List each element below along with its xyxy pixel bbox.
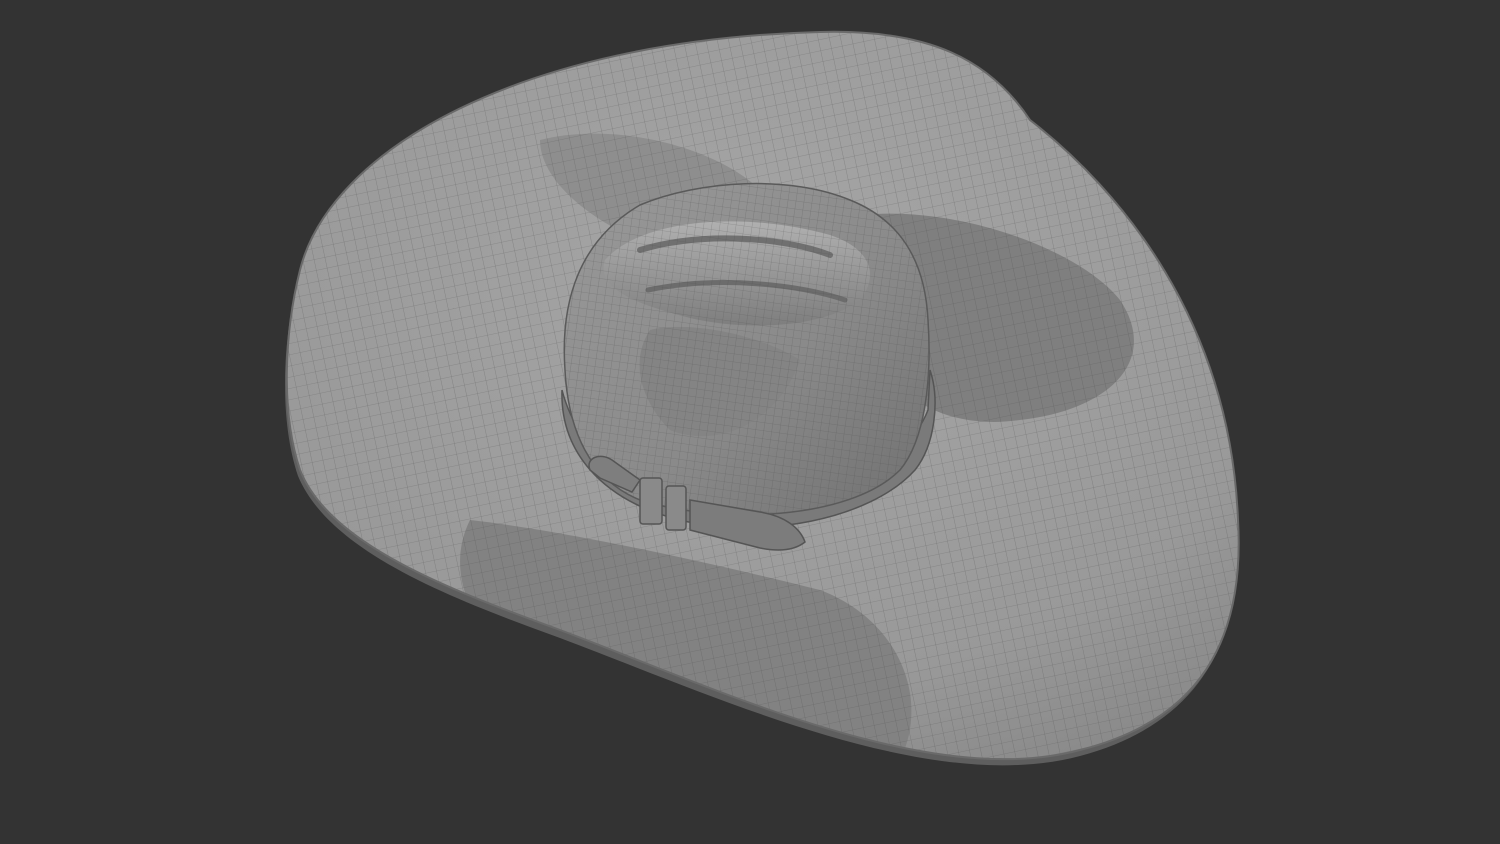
band-keeper-left bbox=[639, 477, 663, 525]
band-keeper-right bbox=[665, 485, 687, 531]
hat-render bbox=[0, 0, 1500, 844]
3d-viewport[interactable] bbox=[0, 0, 1500, 844]
